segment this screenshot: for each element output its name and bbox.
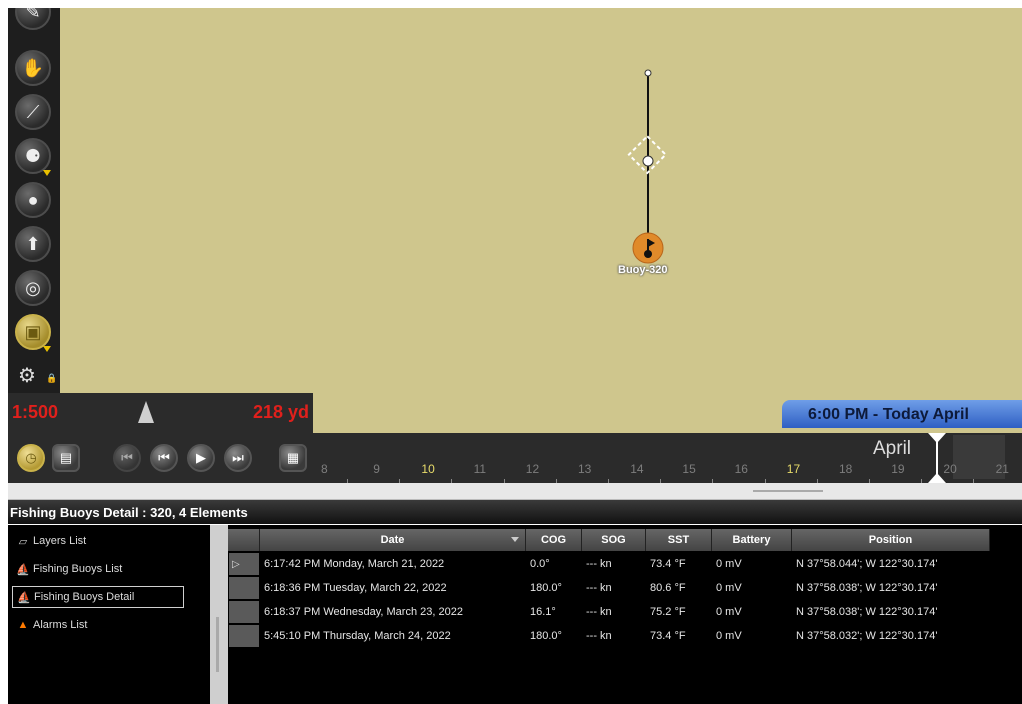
- table-cell: N 37°58.038'; W 122°30.174': [796, 582, 938, 594]
- nav-item-fishing-buoys-list[interactable]: ⛵ Fishing Buoys List: [12, 558, 184, 580]
- nav-label: Fishing Buoys List: [33, 563, 123, 575]
- table-row[interactable]: 5:45:10 PM Thursday, March 24, 2022 180.0…: [228, 624, 990, 648]
- timeline-day-label: 14: [630, 462, 644, 476]
- scale-bar: 1:500 218 yd: [8, 393, 313, 433]
- buoy-track: [627, 69, 668, 264]
- row-header[interactable]: [229, 601, 259, 623]
- table-cell: --- kn: [586, 630, 612, 642]
- data-grid: Date COG SOG SST Battery Position ▷ 6:17:…: [228, 525, 1022, 704]
- column-sog[interactable]: SOG: [582, 529, 646, 551]
- timeline-day-label: 17: [786, 462, 801, 476]
- step-back-icon[interactable]: ⏮: [150, 444, 178, 472]
- table-cell: 73.4 °F: [650, 630, 686, 642]
- panel-splitter[interactable]: [8, 483, 1022, 500]
- side-scrollbar[interactable]: [210, 525, 228, 704]
- timeline-day-label: 12: [525, 462, 540, 476]
- calendar-icon[interactable]: ▦: [279, 444, 307, 472]
- row-header[interactable]: [229, 577, 259, 599]
- column-position[interactable]: Position: [792, 529, 990, 551]
- map-view[interactable]: ✎ ✋ ⟋ ⚈ ● ⬆ ◎ ▣ ⚙ 🔒 Buoy-320 1:500 218 yd: [8, 8, 1022, 433]
- scale-distance: 218 yd: [252, 402, 309, 422]
- row-header[interactable]: [229, 625, 259, 647]
- nav-item-layers-list[interactable]: ▱ Layers List: [12, 530, 184, 552]
- table-cell: N 37°58.044'; W 122°30.174': [796, 558, 938, 570]
- scale-ratio: 1:500: [12, 402, 59, 422]
- table-cell: 0 mV: [716, 558, 742, 570]
- row-header[interactable]: ▷: [229, 553, 259, 575]
- table-cell: 0 mV: [716, 630, 742, 642]
- clock-icon[interactable]: ◷: [17, 444, 45, 472]
- column-date[interactable]: Date: [260, 529, 526, 551]
- timeline-day-label: 11: [473, 462, 487, 476]
- timeline-marker[interactable]: [928, 433, 946, 483]
- row-header-corner: [228, 529, 260, 551]
- table-cell: --- kn: [586, 582, 612, 594]
- side-nav-list: ▱ Layers List ⛵ Fishing Buoys List ⛵ Fis…: [8, 525, 210, 704]
- timeline-scale[interactable]: April 8 9 10 11 12 13 14 15 16 17 18 19 20 21: [313, 433, 1022, 483]
- timeline-day-label: 13: [578, 462, 592, 476]
- table-cell: --- kn: [586, 606, 612, 618]
- sort-down-icon: [511, 537, 519, 542]
- layers-outline-icon: ▱: [18, 535, 28, 548]
- table-cell: 75.2 °F: [650, 606, 686, 618]
- nav-item-alarms-list[interactable]: ▲ Alarms List: [12, 614, 184, 636]
- table-cell: 80.6 °F: [650, 582, 686, 594]
- table-cell: 73.4 °F: [650, 558, 686, 570]
- nav-item-fishing-buoys-detail[interactable]: ⛵ Fishing Buoys Detail: [12, 586, 184, 608]
- table-cell: 0 mV: [716, 582, 742, 594]
- column-sst[interactable]: SST: [646, 529, 712, 551]
- table-cell: 5:45:10 PM Thursday, March 24, 2022: [264, 630, 451, 642]
- table-cell: N 37°58.038'; W 122°30.174': [796, 606, 938, 618]
- column-battery[interactable]: Battery: [712, 529, 792, 551]
- timeline-day-label: 21: [995, 462, 1009, 476]
- table-cell: 180.0°: [530, 630, 562, 642]
- timeline-day-label: 8: [321, 462, 328, 476]
- table-cell: 16.1°: [530, 606, 556, 618]
- table-cell: --- kn: [586, 558, 612, 570]
- nav-label: Fishing Buoys Detail: [34, 591, 135, 603]
- panel-title: Fishing Buoys Detail : 320, 4 Elements: [8, 500, 1022, 524]
- table-cell: 6:18:36 PM Tuesday, March 22, 2022: [264, 582, 447, 594]
- table-cell: 0.0°: [530, 558, 550, 570]
- table-cell: 6:17:42 PM Monday, March 21, 2022: [264, 558, 445, 570]
- column-cog[interactable]: COG: [526, 529, 582, 551]
- table-cell: 0 mV: [716, 606, 742, 618]
- skip-start-icon[interactable]: ⏮: [113, 444, 141, 472]
- current-time-banner: 6:00 PM - Today April: [782, 400, 1022, 428]
- export-icon[interactable]: ▤: [52, 444, 80, 472]
- grid-header: Date COG SOG SST Battery Position: [228, 529, 990, 551]
- nav-label: Alarms List: [33, 619, 88, 631]
- buoy-icon: ⛵: [17, 591, 31, 604]
- timeline-day-label: 10: [421, 462, 435, 476]
- timeline-day-label: 9: [373, 462, 380, 476]
- table-cell: 180.0°: [530, 582, 562, 594]
- timeline-day-label: 15: [682, 462, 696, 476]
- timeline-day-label: 16: [734, 462, 748, 476]
- buoy-icon: ⛵: [16, 563, 30, 576]
- table-row[interactable]: 6:18:37 PM Wednesday, March 23, 2022 16.1…: [228, 600, 990, 624]
- table-row[interactable]: 6:18:36 PM Tuesday, March 22, 2022 180.0°…: [228, 576, 990, 600]
- table-cell: N 37°58.032'; W 122°30.174': [796, 630, 938, 642]
- timeline-day-label: 19: [891, 462, 905, 476]
- timeline-month: April: [873, 438, 912, 459]
- table-row[interactable]: ▷ 6:17:42 PM Monday, March 21, 2022 0.0° --…: [228, 552, 990, 576]
- alarm-warning-icon: ▲: [17, 619, 29, 631]
- nav-label: Layers List: [33, 535, 87, 547]
- buoy-label[interactable]: Buoy-320: [618, 264, 668, 276]
- table-cell: 6:18:37 PM Wednesday, March 23, 2022: [264, 606, 463, 618]
- timeline-day-label: 18: [839, 462, 853, 476]
- play-icon[interactable]: ▶: [187, 444, 215, 472]
- step-forward-icon[interactable]: ⏭: [224, 444, 252, 472]
- north-arrow-icon: [138, 401, 154, 423]
- timeline-bar: ◷ ▤ ⏮ ⏮ ▶ ⏭ ▦ April 8 9 10 11 12 13 14 15 16 17 18…: [8, 433, 1022, 483]
